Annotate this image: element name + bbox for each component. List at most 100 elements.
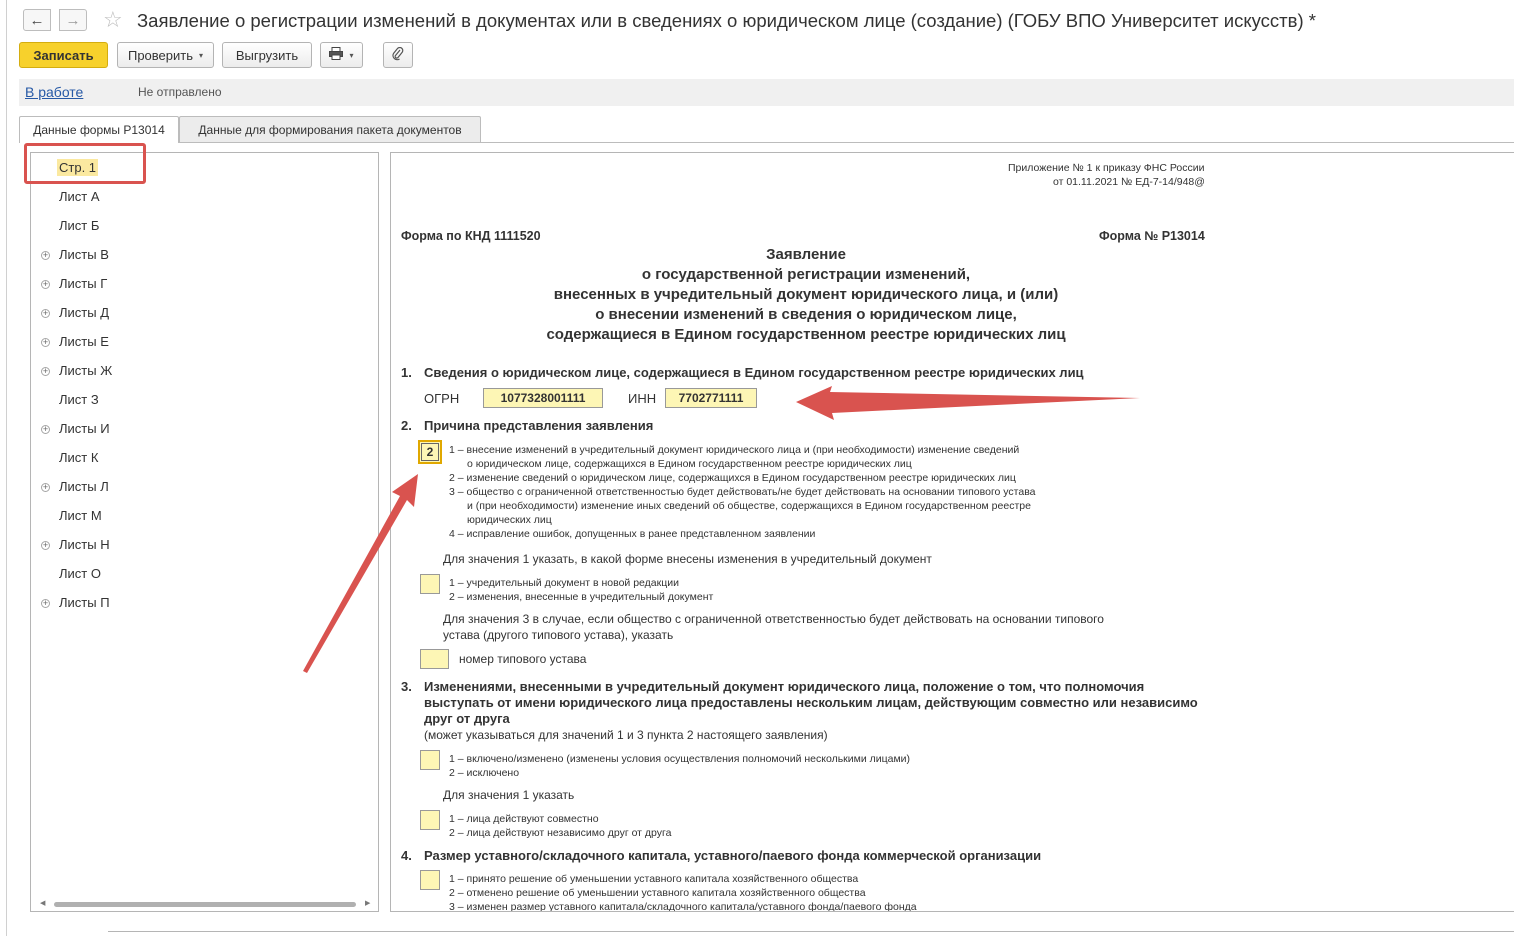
tree-item[interactable]: Листы П <box>59 595 110 610</box>
appendix-line-2: от 01.11.2021 № ЕД-7-14/948@ <box>1053 176 1205 188</box>
tree-item[interactable]: Лист К <box>59 450 98 465</box>
expand-plus-icon[interactable]: + <box>41 309 50 318</box>
change-form-option: 2 – изменения, внесенные в учредительный… <box>449 591 714 603</box>
chevron-down-icon: ▾ <box>349 50 354 60</box>
horizontal-scrollbar[interactable] <box>54 902 356 907</box>
ogrn-field[interactable]: 1077328001111 <box>483 388 603 408</box>
chevron-down-icon: ▾ <box>199 50 204 60</box>
section-3-value-1-instruction: Для значения 1 указать <box>443 788 575 802</box>
expand-plus-icon[interactable]: + <box>41 483 50 492</box>
tab-form-data[interactable]: Данные формы Р13014 <box>19 116 179 143</box>
tree-item[interactable]: Листы Е <box>59 334 109 349</box>
tree-item[interactable]: Листы И <box>59 421 110 436</box>
back-button[interactable]: ← <box>23 9 51 31</box>
window-title: Заявление о регистрации изменений в доку… <box>137 10 1316 31</box>
inn-field[interactable]: 7702771111 <box>665 388 757 408</box>
reason-field[interactable]: 2 <box>418 440 442 464</box>
form-title-line-1: Заявление <box>766 246 846 263</box>
scroll-left-arrow-icon[interactable]: ◀ <box>40 899 45 907</box>
tree-item[interactable]: Листы Г <box>59 276 107 291</box>
section-4-number: 4. <box>401 848 412 863</box>
check-button[interactable]: Проверить ▾ <box>117 42 214 68</box>
reason-option: 3 – общество с ограниченной ответственно… <box>449 486 1036 498</box>
expand-plus-icon[interactable]: + <box>41 425 50 434</box>
charter-number-field[interactable] <box>420 649 449 669</box>
reason-option: юридических лиц <box>467 514 552 526</box>
send-status: Не отправлено <box>138 85 222 99</box>
section-2-number: 2. <box>401 418 412 433</box>
forward-arrow-icon: → <box>65 11 81 29</box>
tree-item[interactable]: Листы В <box>59 247 109 262</box>
knd-code: Форма по КНД 1111520 <box>401 229 541 243</box>
section-1-title: Сведения о юридическом лице, содержащиес… <box>424 365 1084 380</box>
section-1-number: 1. <box>401 365 412 380</box>
tab-package-data[interactable]: Данные для формирования пакета документо… <box>179 116 481 142</box>
joint-action-option: 2 – лица действуют независимо друг от др… <box>449 827 672 839</box>
capital-option: 2 – отменено решение об уменьшении устав… <box>449 887 866 899</box>
tree-item[interactable]: Лист Б <box>59 218 99 233</box>
tree-item[interactable]: Листы Д <box>59 305 109 320</box>
forward-button[interactable]: → <box>59 9 87 31</box>
change-form-field[interactable] <box>420 574 440 594</box>
appendix-line-1: Приложение № 1 к приказу ФНС России <box>1008 162 1205 174</box>
check-button-label: Проверить <box>127 47 193 63</box>
charter-number-label: номер типового устава <box>459 652 587 666</box>
status-link[interactable]: В работе <box>25 84 83 100</box>
ogrn-label: ОГРН <box>424 391 460 406</box>
form-number: Форма № Р13014 <box>1099 229 1205 243</box>
expand-plus-icon[interactable]: + <box>41 599 50 608</box>
reason-option: о юридическом лице, содержащихся в Едино… <box>467 458 912 470</box>
scroll-right-arrow-icon[interactable]: ▶ <box>365 899 370 907</box>
capital-field[interactable] <box>420 870 440 890</box>
form-title-line-5: содержащиеся в Едином государственном ре… <box>546 326 1066 343</box>
bottom-border <box>108 931 1514 932</box>
expand-plus-icon[interactable]: + <box>41 251 50 260</box>
tree-item[interactable]: Лист О <box>59 566 101 581</box>
expand-plus-icon[interactable]: + <box>41 338 50 347</box>
reason-option: 2 – изменение сведений о юридическом лиц… <box>449 472 1016 484</box>
printer-icon <box>329 47 344 63</box>
save-button[interactable]: Записать <box>19 42 108 68</box>
value-3-instruction-line-1: Для значения 3 в случае, если общество с… <box>443 612 1104 626</box>
section-4-title: Размер уставного/складочного капитала, у… <box>424 848 1042 863</box>
expand-plus-icon[interactable]: + <box>41 367 50 376</box>
capital-option: 1 – принято решение об уменьшении уставн… <box>449 873 859 885</box>
section-2-title: Причина представления заявления <box>424 418 654 433</box>
print-button[interactable]: ▾ <box>320 42 363 68</box>
tree-item[interactable]: Листы Л <box>59 479 109 494</box>
expand-plus-icon[interactable]: + <box>41 541 50 550</box>
powers-option: 2 – исключено <box>449 767 520 779</box>
tree-item[interactable]: Лист А <box>59 189 100 204</box>
reason-option: и (при необходимости) изменение иных све… <box>467 500 1031 512</box>
section-3-title-line-3: друг от друга <box>424 711 510 726</box>
expand-plus-icon[interactable]: + <box>41 280 50 289</box>
favorite-star-icon[interactable]: ☆ <box>103 7 123 33</box>
attach-button[interactable] <box>383 42 413 68</box>
value-1-instruction: Для значения 1 указать, в какой форме вн… <box>443 552 932 566</box>
annotation-highlight-box <box>24 143 146 184</box>
value-3-instruction-line-2: устава (другого типового устава), указат… <box>443 628 674 642</box>
tree-item[interactable]: Листы Ж <box>59 363 112 378</box>
section-3-title-line-2: выступать от имени юридического лица пре… <box>424 695 1198 710</box>
powers-option: 1 – включено/изменено (изменены условия … <box>449 753 911 765</box>
inn-label: ИНН <box>628 391 657 406</box>
section-3-note: (может указываться для значений 1 и 3 пу… <box>424 728 828 742</box>
tree-item[interactable]: Листы Н <box>59 537 110 552</box>
window-left-edge <box>6 0 7 936</box>
export-button[interactable]: Выгрузить <box>222 42 312 68</box>
sheet-tree[interactable] <box>30 152 379 912</box>
form-title-line-4: о внесении изменений в сведения о юридич… <box>595 306 1017 323</box>
change-form-option: 1 – учредительный документ в новой редак… <box>449 577 679 589</box>
joint-action-field[interactable] <box>420 810 440 830</box>
tree-item[interactable]: Лист М <box>59 508 102 523</box>
back-arrow-icon: ← <box>29 11 45 29</box>
section-3-number: 3. <box>401 679 412 694</box>
powers-field[interactable] <box>420 750 440 770</box>
capital-option: 3 – изменен размер уставного капитала/ск… <box>449 901 917 911</box>
paperclip-icon <box>392 46 404 64</box>
reason-option: 4 – исправление ошибок, допущенных в ран… <box>449 528 816 540</box>
section-3-title-line-1: Изменениями, внесенными в учредительный … <box>424 679 1145 694</box>
tree-item[interactable]: Лист З <box>59 392 99 407</box>
form-title-line-3: внесенных в учредительный документ юриди… <box>553 286 1059 303</box>
status-bar <box>19 79 1514 106</box>
